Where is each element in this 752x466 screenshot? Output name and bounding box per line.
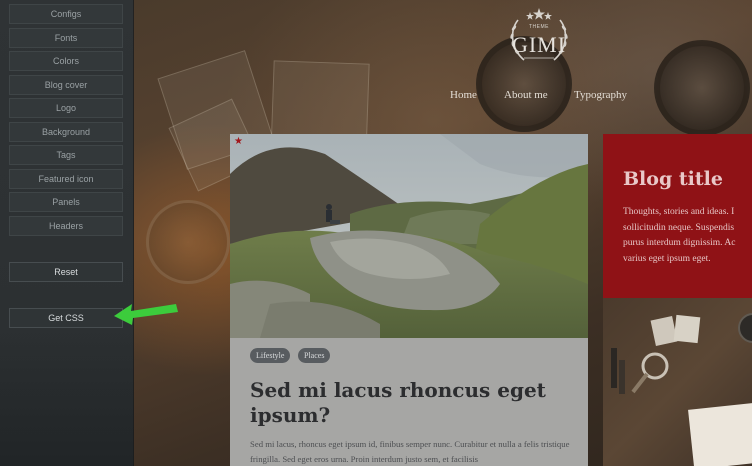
site-logo[interactable]: THEME GIMI: [494, 6, 584, 66]
tag-places[interactable]: Places: [298, 348, 331, 363]
background-magnifier: [146, 200, 230, 284]
background-camera-lens: [654, 40, 750, 136]
green-arrow-icon: [112, 300, 182, 331]
blog-description-line: Thoughts, stories and ideas. I: [623, 207, 735, 217]
blog-description-line: purus interdum dignissim. Ac: [623, 238, 736, 248]
mountain-landscape-image: [230, 134, 588, 338]
blog-description: Thoughts, stories and ideas. I sollicitu…: [623, 205, 752, 267]
nav-home[interactable]: Home: [450, 89, 477, 101]
sidebar-desk-photo: [603, 298, 752, 466]
reset-button[interactable]: Reset: [9, 262, 123, 282]
blog-title-widget: Blog title Thoughts, stories and ideas. …: [603, 134, 752, 298]
sidebar-shade: [0, 326, 134, 466]
sidebar-item-headers[interactable]: Headers: [9, 216, 123, 236]
theme-preview: THEME GIMI Home About me Typography ★ Li…: [134, 0, 752, 466]
sidebar-item-panels[interactable]: Panels: [9, 192, 123, 212]
post-title[interactable]: Sed mi lacus rhoncus eget ipsum?: [250, 378, 570, 428]
desk-items-image: [611, 313, 752, 466]
logo-text: GIMI: [511, 32, 567, 57]
nav-typography[interactable]: Typography: [574, 89, 627, 101]
post-excerpt: Sed mi lacus, rhoncus eget ipsum id, fin…: [250, 439, 570, 464]
logo-small-text: THEME: [529, 24, 549, 30]
featured-star-icon: ★: [234, 136, 243, 147]
sidebar-item-tags[interactable]: Tags: [9, 145, 123, 165]
customizer-sidebar: Configs Fonts Colors Blog cover Logo Bac…: [0, 0, 134, 466]
post-featured-image[interactable]: ★: [230, 134, 588, 338]
sidebar-item-configs[interactable]: Configs: [9, 4, 123, 24]
sidebar-item-fonts[interactable]: Fonts: [9, 28, 123, 48]
blog-title: Blog title: [623, 168, 723, 190]
blog-description-line: sollicitudin neque. Suspendis: [623, 222, 735, 233]
sidebar-item-colors[interactable]: Colors: [9, 51, 123, 71]
blog-description-line: varius eget ipsum eget.: [623, 253, 711, 264]
sidebar-item-featured-icon[interactable]: Featured icon: [9, 169, 123, 189]
sidebar-item-background[interactable]: Background: [9, 122, 123, 142]
get-css-button[interactable]: Get CSS: [9, 308, 123, 328]
nav-about-me[interactable]: About me: [504, 89, 548, 101]
tag-lifestyle[interactable]: Lifestyle: [250, 348, 291, 363]
sidebar-item-blog-cover[interactable]: Blog cover: [9, 75, 123, 95]
post-card: ★ Lifestyle Places Sed mi lacus rhoncus …: [230, 134, 588, 466]
sidebar-item-logo[interactable]: Logo: [9, 98, 123, 118]
